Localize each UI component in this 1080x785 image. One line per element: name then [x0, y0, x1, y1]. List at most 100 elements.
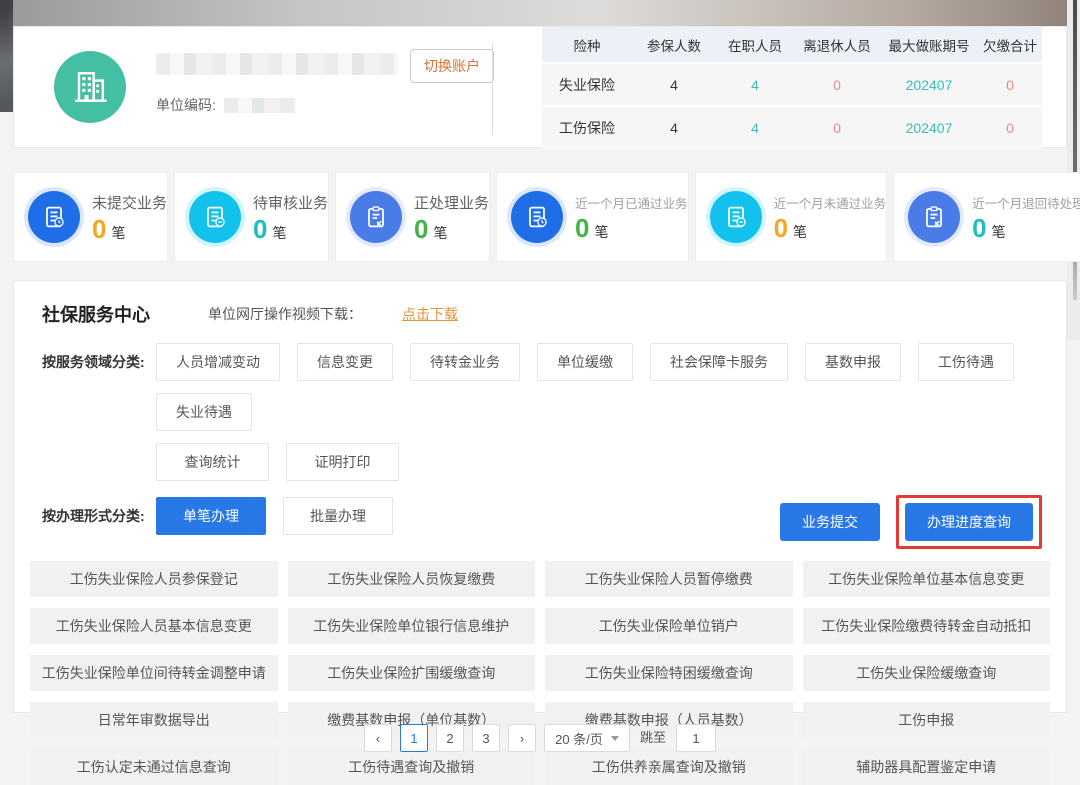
service-button[interactable]: 工伤认定未通过信息查询 [30, 749, 278, 785]
cell-insurance-type: 失业保险 [542, 63, 632, 106]
domain-filter-label: 按服务领域分类: [42, 343, 156, 372]
mode-button-single[interactable]: 单笔办理 [156, 497, 266, 535]
card-rejected-month[interactable]: 近一个月未通过业务 0笔 [695, 172, 888, 262]
page-size-value: 20 条/页 [555, 729, 603, 748]
next-page-button[interactable]: › [508, 724, 536, 752]
service-button[interactable]: 工伤失业保险缓缴查询 [803, 655, 1051, 691]
col-header: 最大做账期号 [880, 27, 978, 63]
card-count: 0 [774, 215, 788, 241]
cell-max-period: 202407 [880, 106, 978, 149]
card-returned-month[interactable]: 近一个月退回待处理 0笔 [893, 172, 1080, 262]
card-label: 待审核业务 [253, 192, 328, 213]
cell-arrears: 0 [978, 63, 1042, 106]
service-button[interactable]: 工伤供养亲属查询及撤销 [545, 749, 793, 785]
card-label: 近一个月未通过业务 [774, 193, 887, 212]
background-banner [0, 0, 1080, 26]
company-code-label: 单位编码: [156, 95, 216, 115]
domain-button[interactable]: 社会保障卡服务 [650, 343, 788, 381]
page-size-select[interactable]: 20 条/页 [544, 724, 630, 752]
cell-active-count: 4 [716, 63, 794, 106]
card-unit: 笔 [595, 222, 609, 242]
service-button[interactable]: 辅助器具配置鉴定申请 [803, 749, 1051, 785]
service-button[interactable]: 工伤失业保险扩围缓缴查询 [288, 655, 536, 691]
jump-page-input[interactable] [676, 724, 716, 752]
clipboard-arrow-icon [908, 191, 960, 243]
card-pending-review[interactable]: 待审核业务 0笔 [174, 172, 329, 262]
card-label: 未提交业务 [92, 192, 167, 213]
card-label: 近一个月退回待处理 [972, 193, 1080, 212]
video-download-link[interactable]: 点击下载 [402, 304, 458, 324]
background-left-blob [0, 0, 13, 112]
service-button[interactable]: 工伤失业保险单位间待转金调整申请 [30, 655, 278, 691]
service-center-panel: 社保服务中心 单位网厅操作视频下载： 点击下载 按服务领域分类: 人员增减变动 … [13, 280, 1067, 713]
mode-button-batch[interactable]: 批量办理 [283, 497, 393, 535]
card-unsubmitted[interactable]: 未提交业务 0笔 [13, 172, 168, 262]
domain-button[interactable]: 证明打印 [286, 443, 399, 481]
page-button-3[interactable]: 3 [472, 724, 500, 752]
document-minus-icon [710, 191, 762, 243]
cell-active-count: 4 [716, 106, 794, 149]
section-title: 社保服务中心 [42, 301, 150, 327]
cell-arrears: 0 [978, 106, 1042, 149]
stat-cards-row: 未提交业务 0笔 待审核业务 0笔 正处理业务 0笔 近一个月已通过业务 0笔 [13, 172, 1067, 262]
domain-button[interactable]: 基数申报 [805, 343, 901, 381]
jump-to-label: 跳至 [640, 724, 666, 752]
switch-account-button[interactable]: 切换账户 [410, 49, 494, 83]
video-download-label: 单位网厅操作视频下载： [208, 304, 362, 324]
cell-max-period: 202407 [880, 63, 978, 106]
service-button[interactable]: 工伤失业保险人员基本信息变更 [30, 608, 278, 644]
company-panel: 切换账户 单位编码: 险种 参保人数 在职人员 离退休人员 最大做账期号 欠缴合… [13, 26, 1067, 148]
card-unit: 笔 [111, 223, 125, 243]
mode-filter-label: 按办理形式分类: [42, 497, 156, 526]
card-unit: 笔 [272, 223, 286, 243]
service-button[interactable]: 工伤失业保险单位银行信息维护 [288, 608, 536, 644]
service-button[interactable]: 工伤失业保险单位销户 [545, 608, 793, 644]
domain-button[interactable]: 单位缓缴 [537, 343, 633, 381]
col-header: 离退休人员 [794, 27, 880, 63]
service-button[interactable]: 工伤失业保险缴费待转金自动抵扣 [803, 608, 1051, 644]
progress-query-button[interactable]: 办理进度查询 [905, 503, 1033, 541]
insurance-summary-table: 险种 参保人数 在职人员 离退休人员 最大做账期号 欠缴合计 失业保险 4 4 … [542, 27, 1042, 149]
card-count: 0 [575, 215, 589, 241]
domain-button[interactable]: 工伤待遇 [918, 343, 1014, 381]
domain-button[interactable]: 人员增减变动 [156, 343, 280, 381]
document-minus-icon [189, 191, 241, 243]
service-button[interactable]: 工伤失业保险人员恢复缴费 [288, 561, 536, 597]
service-button[interactable]: 工伤失业保险特困缓缴查询 [545, 655, 793, 691]
annotation-red-box: 办理进度查询 [896, 495, 1042, 549]
cell-insured-count: 4 [632, 106, 716, 149]
company-name-redacted [156, 53, 398, 75]
page-button-2[interactable]: 2 [436, 724, 464, 752]
table-row: 工伤保险 4 4 0 202407 0 [542, 106, 1042, 149]
card-label: 近一个月已通过业务 [575, 193, 688, 212]
col-header: 参保人数 [632, 27, 716, 63]
cell-insurance-type: 工伤保险 [542, 106, 632, 149]
divider [492, 43, 493, 135]
prev-page-button[interactable]: ‹ [364, 724, 392, 752]
submit-business-button[interactable]: 业务提交 [780, 503, 880, 541]
card-passed-month[interactable]: 近一个月已通过业务 0笔 [496, 172, 689, 262]
service-button[interactable]: 工伤失业保险人员参保登记 [30, 561, 278, 597]
card-unit: 笔 [793, 222, 807, 242]
service-button[interactable]: 工伤待遇查询及撤销 [288, 749, 536, 785]
table-header-row: 险种 参保人数 在职人员 离退休人员 最大做账期号 欠缴合计 [542, 27, 1042, 63]
domain-button[interactable]: 查询统计 [156, 443, 269, 481]
pagination: ‹ 1 2 3 › 20 条/页 跳至 [0, 724, 1080, 752]
page-button-1[interactable]: 1 [400, 724, 428, 752]
card-count: 0 [414, 216, 428, 242]
cell-retired-count: 0 [794, 63, 880, 106]
card-processing[interactable]: 正处理业务 0笔 [335, 172, 490, 262]
domain-button[interactable]: 信息变更 [297, 343, 393, 381]
card-count: 0 [972, 215, 986, 241]
cell-retired-count: 0 [794, 106, 880, 149]
col-header: 险种 [542, 27, 632, 63]
chevron-down-icon [611, 736, 619, 741]
document-clock-icon [511, 191, 563, 243]
domain-button[interactable]: 待转金业务 [410, 343, 520, 381]
table-row: 失业保险 4 4 0 202407 0 [542, 63, 1042, 106]
domain-button[interactable]: 失业待遇 [156, 393, 252, 431]
service-button[interactable]: 工伤失业保险人员暂停缴费 [545, 561, 793, 597]
col-header: 欠缴合计 [978, 27, 1042, 63]
service-button[interactable]: 工伤失业保险单位基本信息变更 [803, 561, 1051, 597]
card-unit: 笔 [434, 223, 448, 243]
